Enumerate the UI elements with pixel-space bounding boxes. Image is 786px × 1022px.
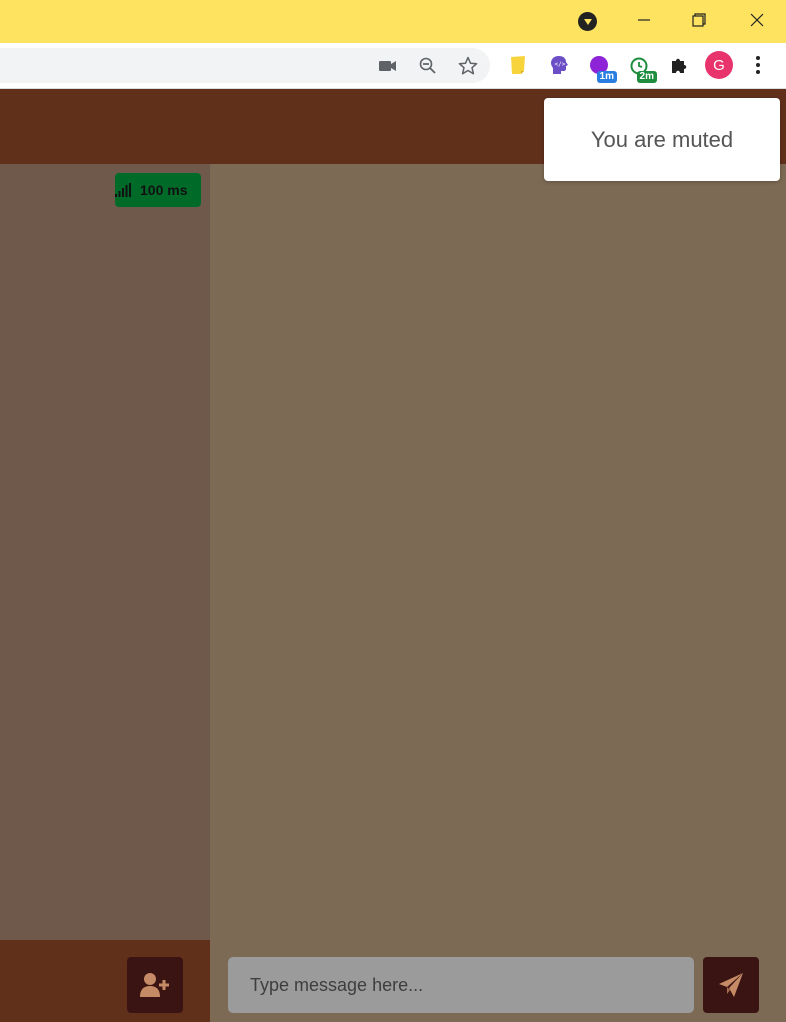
minimize-button[interactable] [621,0,667,40]
zoom-out-icon[interactable] [418,56,438,76]
sidebar [0,164,210,940]
user-plus-icon [140,973,169,997]
svg-text:</>: </> [555,61,566,68]
timer-badge: 1m [596,71,617,83]
add-user-button[interactable] [127,957,183,1013]
paper-plane-icon [719,973,743,997]
toast-notification: You are muted [544,98,780,181]
timer-extension-icon[interactable]: 1m [587,53,617,83]
puzzle-icon[interactable] [667,53,691,77]
brain-extension-icon[interactable]: </> [547,53,571,77]
alarm-extension-icon[interactable]: 2m [627,53,657,83]
chat-area [210,164,786,1022]
browser-menu-icon[interactable] [746,53,770,77]
close-window-button[interactable] [734,0,780,40]
toast-message: You are muted [590,126,734,152]
message-input[interactable] [228,957,694,1013]
restore-icon [692,13,706,27]
alarm-badge: 2m [636,71,657,83]
sticky-notes-icon[interactable] [506,53,530,77]
tab-search-dropdown-icon[interactable] [578,12,597,31]
browser-toolbar: </> 1m 2m [0,43,786,89]
restore-button[interactable] [676,0,722,40]
profile-avatar[interactable]: G [705,51,733,79]
ping-value: 100 ms [140,182,188,198]
signal-icon [115,183,131,197]
browser-titlebar [0,0,786,43]
address-bar[interactable] [0,48,490,83]
star-icon[interactable] [458,56,478,76]
send-button[interactable] [703,957,759,1013]
minimize-icon [638,19,650,21]
video-camera-icon[interactable] [378,56,398,76]
close-icon [750,13,764,27]
ping-badge: 100 ms [115,173,201,207]
